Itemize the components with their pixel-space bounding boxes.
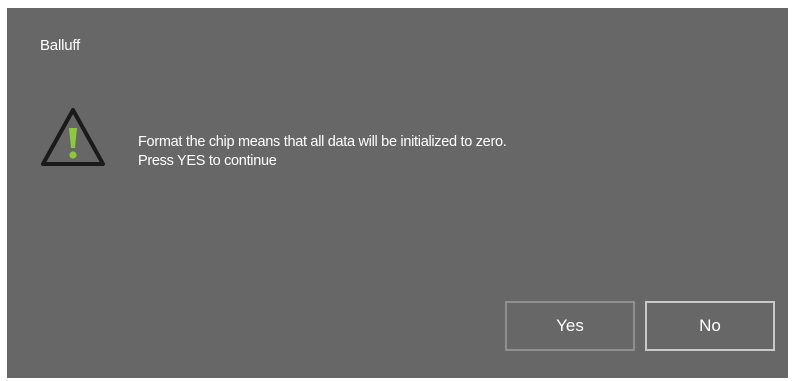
no-button[interactable]: No — [645, 301, 775, 351]
message-line-1: Format the chip means that all data will… — [138, 134, 507, 150]
message-line-2: Press YES to continue — [138, 153, 277, 169]
yes-button[interactable]: Yes — [505, 301, 635, 351]
warning-triangle-icon — [41, 108, 105, 166]
message-dialog: Balluff Format the chip means that all d… — [7, 8, 788, 378]
dialog-title: Balluff — [40, 37, 81, 54]
dialog-message: Format the chip means that all data will… — [138, 133, 507, 171]
